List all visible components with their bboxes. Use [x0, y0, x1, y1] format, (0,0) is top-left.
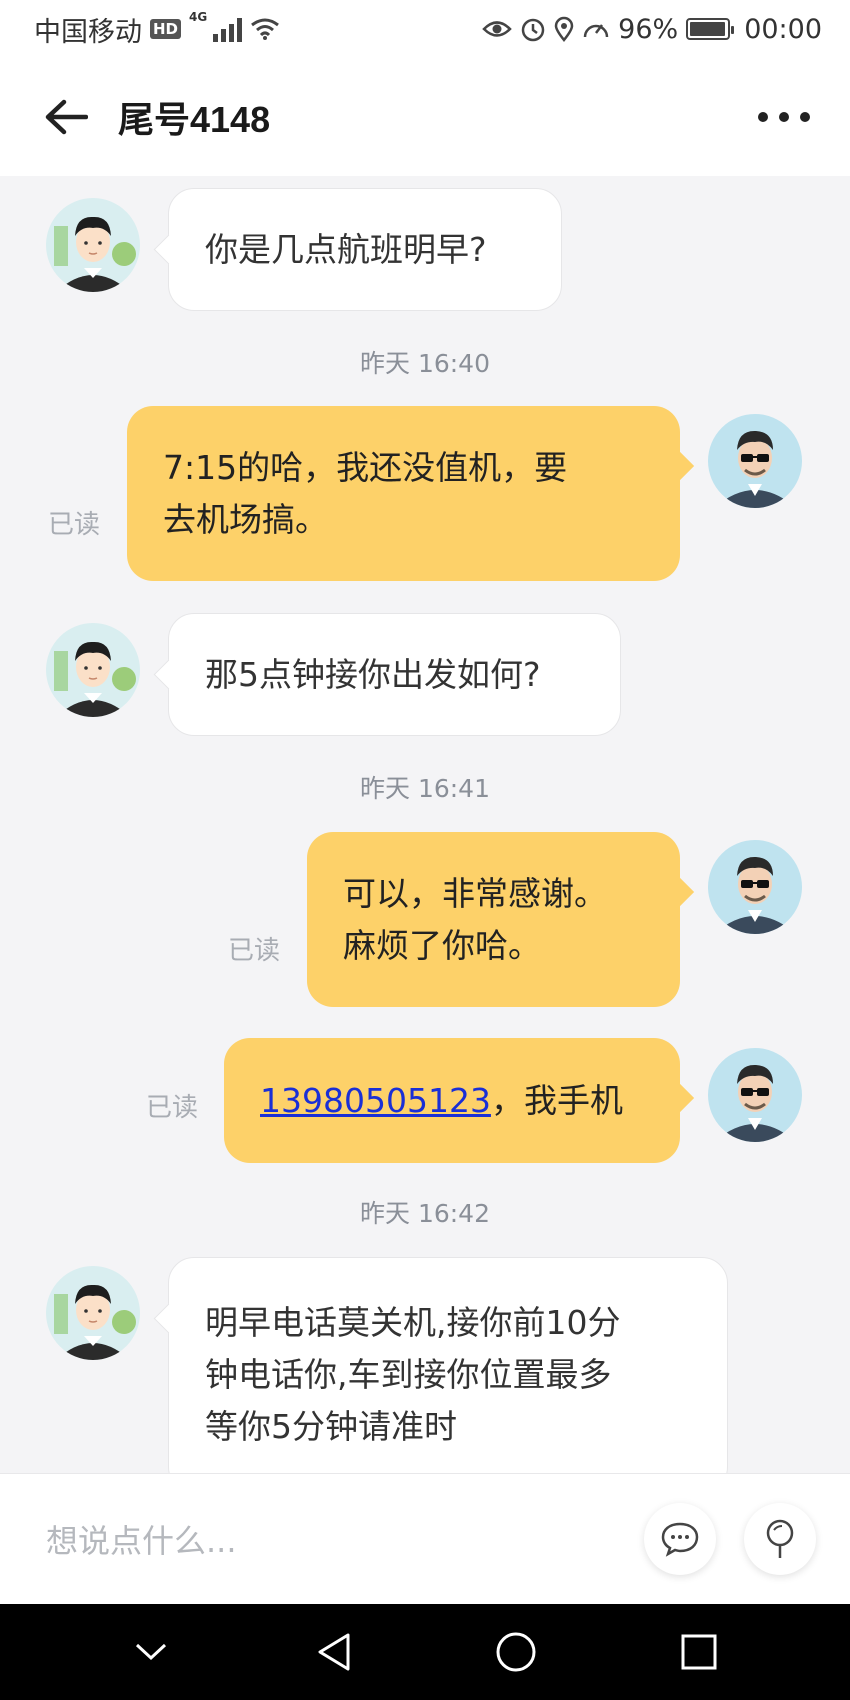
- nav-collapse-button[interactable]: [121, 1622, 181, 1682]
- message-bubble-outgoing[interactable]: 7:15的哈，我还没值机，要 去机场搞。: [127, 406, 680, 581]
- page-title: 尾号4148: [118, 99, 271, 140]
- my-avatar[interactable]: [708, 840, 802, 934]
- message-text-line: 钟电话你,车到接你位置最多: [205, 1355, 612, 1394]
- location-pin-icon: [766, 1519, 794, 1558]
- alarm-icon: [521, 18, 545, 42]
- message-bubble-incoming[interactable]: 那5点钟接你出发如何?: [168, 613, 621, 736]
- message-timestamp: 昨天 16:41: [360, 774, 490, 803]
- message-text: 你是几点航班明早?: [205, 229, 487, 269]
- battery-percent: 96%: [618, 13, 679, 45]
- chat-list[interactable]: 你是几点航班明早? 昨天 16:40 已读 7:15的哈，我还没值机，要 去机场…: [0, 176, 850, 1473]
- more-icon[interactable]: [758, 112, 810, 122]
- message-timestamp: 昨天 16:40: [360, 349, 490, 378]
- status-bar: 中国移动 HD 4G 96% 00:00: [0, 0, 850, 58]
- chat-header: 尾号4148: [0, 58, 850, 176]
- carrier-name: 中国移动: [34, 16, 142, 48]
- message-text-line: 明早电话莫关机,接你前10分: [205, 1303, 621, 1342]
- avatar[interactable]: [46, 198, 140, 292]
- message-text-line: 可以，非常感谢。: [343, 873, 607, 913]
- message-bubble-incoming[interactable]: 你是几点航班明早?: [168, 188, 562, 311]
- message-timestamp: 昨天 16:42: [360, 1199, 490, 1228]
- nav-back-icon: [318, 1633, 350, 1671]
- read-receipt: 已读: [48, 510, 101, 540]
- message-bubble-incoming[interactable]: 明早电话莫关机,接你前10分 钟电话你,车到接你位置最多 等你5分钟请准时: [168, 1257, 728, 1473]
- message-text: ，我手机: [490, 1080, 623, 1120]
- location-button[interactable]: [744, 1503, 816, 1575]
- network-type: 4G: [189, 9, 208, 24]
- read-receipt: 已读: [228, 936, 281, 966]
- nav-back-button[interactable]: [304, 1622, 364, 1682]
- quick-reply-button[interactable]: [644, 1503, 716, 1575]
- battery-icon: [686, 18, 735, 40]
- my-avatar[interactable]: [708, 414, 802, 508]
- nav-recents-icon: [681, 1634, 717, 1670]
- quick-reply-icon: [661, 1522, 699, 1557]
- message-input[interactable]: 想说点什么...: [46, 1516, 616, 1562]
- message-text-line: 等你5分钟请准时: [205, 1407, 457, 1446]
- read-receipt: 已读: [146, 1093, 199, 1123]
- message-bubble-outgoing[interactable]: 可以，非常感谢。 麻烦了你哈。: [307, 832, 680, 1007]
- chevron-down-icon: [136, 1643, 167, 1661]
- message-text-line: 麻烦了你哈。: [343, 925, 541, 965]
- speed-icon: [583, 24, 609, 38]
- signal-icon: [213, 16, 243, 42]
- wifi-icon: [251, 18, 280, 40]
- nav-home-button[interactable]: [486, 1622, 546, 1682]
- location-icon: [554, 16, 574, 42]
- back-arrow-icon[interactable]: [44, 97, 92, 137]
- nav-recents-button[interactable]: [669, 1622, 729, 1682]
- message-text-line: 去机场搞。: [163, 499, 328, 539]
- nav-home-icon: [496, 1632, 536, 1672]
- phone-number-link[interactable]: 13980505123: [260, 1075, 491, 1127]
- message-text-line: 7:15的哈，我还没值机，要: [163, 447, 568, 487]
- avatar[interactable]: [46, 1266, 140, 1360]
- hd-badge: HD: [150, 19, 182, 39]
- my-avatar[interactable]: [708, 1048, 802, 1142]
- message-bubble-outgoing[interactable]: 13980505123 ，我手机: [224, 1038, 680, 1163]
- message-text: 那5点钟接你出发如何?: [205, 654, 541, 694]
- avatar[interactable]: [46, 623, 140, 717]
- eye-icon: [482, 21, 512, 37]
- message-input-bar: 想说点什么...: [0, 1473, 850, 1604]
- clock: 00:00: [744, 13, 822, 45]
- system-nav-bar: [0, 1604, 850, 1700]
